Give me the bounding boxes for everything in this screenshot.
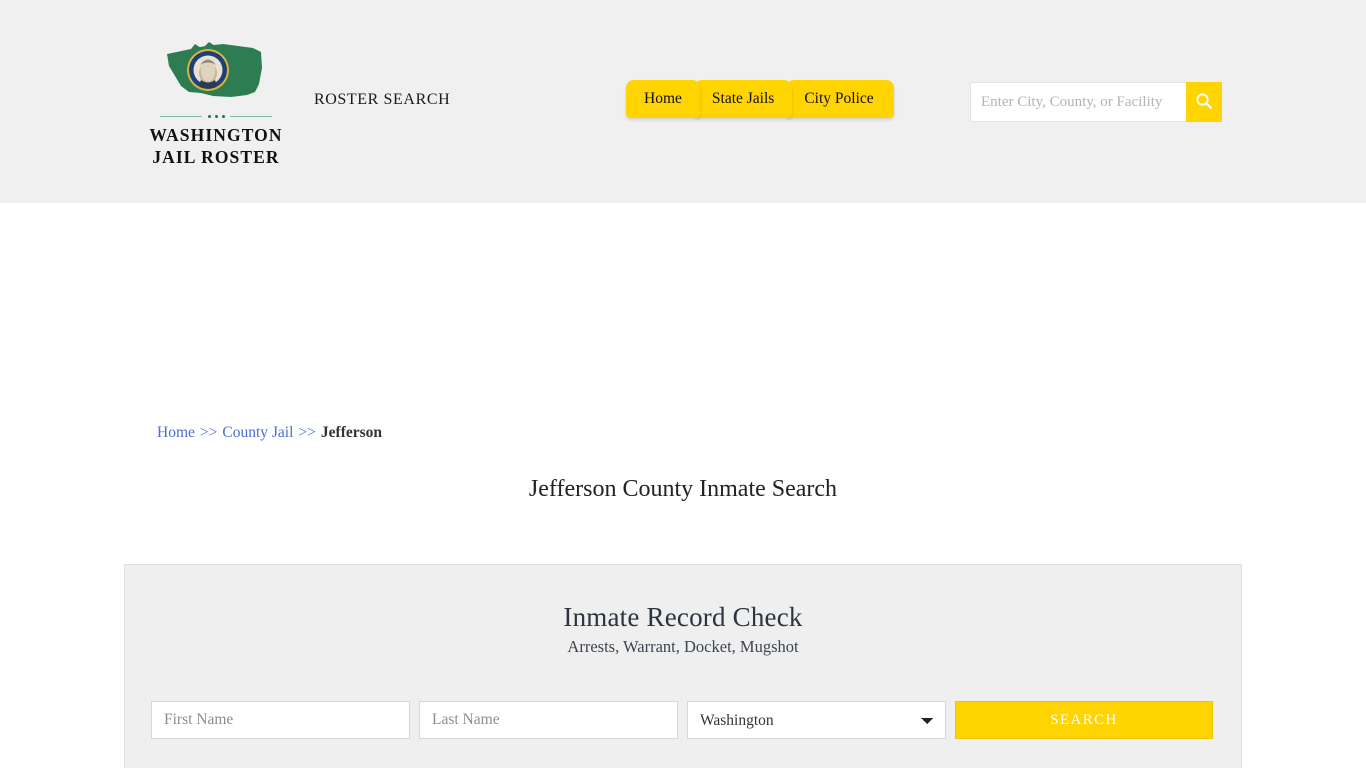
first-name-input[interactable] <box>151 701 410 739</box>
site-tagline: ROSTER SEARCH <box>314 91 451 108</box>
site-logo[interactable]: WASHINGTON JAIL ROSTER <box>148 40 284 168</box>
header-search-button[interactable] <box>1186 82 1222 122</box>
page-title: Jefferson County Inmate Search <box>528 476 838 502</box>
panel-title: Inmate Record Check <box>563 602 803 632</box>
breadcrumb: Home >> County Jail >> Jefferson <box>157 424 382 442</box>
breadcrumb-separator-1: >> <box>199 424 218 441</box>
main-navigation: Home State Jails City Police <box>626 80 894 122</box>
nav-home[interactable]: Home <box>626 80 700 118</box>
state-select[interactable]: Washington <box>687 701 946 739</box>
logo-line-1: WASHINGTON <box>149 125 283 145</box>
nav-city-police[interactable]: City Police <box>786 80 894 118</box>
panel-subtitle: Arrests, Warrant, Docket, Mugshot <box>567 637 799 656</box>
inmate-search-form: Washington SEARCH <box>151 701 1217 739</box>
nav-state-jails[interactable]: State Jails <box>693 80 793 118</box>
search-submit-button[interactable]: SEARCH <box>955 701 1213 739</box>
breadcrumb-current: Jefferson <box>320 424 383 441</box>
breadcrumb-home[interactable]: Home <box>157 424 195 441</box>
washington-state-seal-logo-icon <box>161 40 271 108</box>
header-search-form <box>970 82 1222 122</box>
search-icon <box>1195 92 1213 113</box>
breadcrumb-county-jail[interactable]: County Jail <box>222 424 293 441</box>
breadcrumb-separator-2: >> <box>298 424 316 441</box>
site-header: WASHINGTON JAIL ROSTER ROSTER SEARCH Hom… <box>0 0 1366 203</box>
logo-line-2: JAIL ROSTER <box>152 147 280 167</box>
header-search-input[interactable] <box>970 82 1186 122</box>
logo-divider <box>160 112 272 121</box>
inmate-record-check-panel: Inmate Record Check Arrests, Warrant, Do… <box>124 564 1242 768</box>
last-name-input[interactable] <box>419 701 678 739</box>
